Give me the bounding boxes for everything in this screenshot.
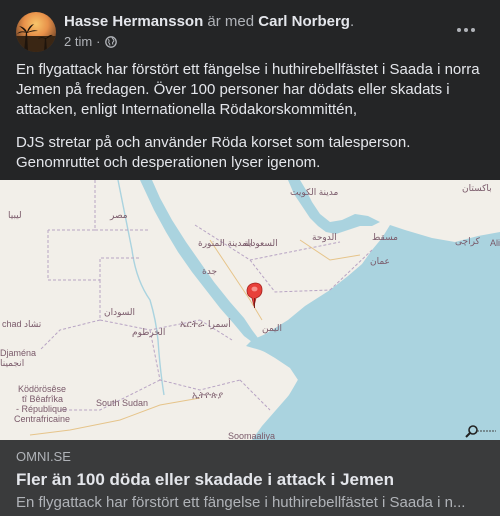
link-preview[interactable]: OMNI.SE Fler än 100 döda eller skadade i… bbox=[0, 440, 500, 516]
globe-icon[interactable] bbox=[104, 36, 117, 48]
post-header: Hasse Hermansson är med Carl Norberg. 2 … bbox=[16, 12, 484, 52]
map-label-saudi: السعودية bbox=[244, 238, 278, 248]
map-label-yemen: اليمن bbox=[262, 323, 283, 333]
author-name[interactable]: Hasse Hermansson bbox=[64, 13, 203, 30]
header-text: Hasse Hermansson är med Carl Norberg. 2 … bbox=[64, 12, 354, 50]
tagged-name[interactable]: Carl Norberg bbox=[258, 13, 350, 30]
more-dot bbox=[464, 28, 468, 32]
post-paragraph: En flygattack har förstört ett fängelse … bbox=[16, 61, 480, 118]
map-label-kuwait: مدينة الكويت bbox=[290, 187, 339, 197]
map-label-ethiopia: ኢትዮጵያ bbox=[192, 390, 224, 400]
map-label-muscat: مسقط bbox=[372, 232, 398, 242]
map-label-khartoum: الخرطوم bbox=[132, 327, 166, 337]
map-label-south-sudan: South Sudan bbox=[96, 398, 149, 408]
map-label-car-3: - République bbox=[16, 404, 68, 414]
avatar[interactable] bbox=[16, 12, 56, 52]
post-text: En flygattack har förstört ett fängelse … bbox=[16, 60, 484, 173]
post-paragraph: DJS stretar på och använder Röda korset … bbox=[16, 134, 411, 171]
meta-separator: · bbox=[96, 34, 101, 49]
more-dot bbox=[471, 28, 475, 32]
map-label-doha: الدوحة bbox=[312, 232, 337, 242]
map-label-asmara: أسمرا bbox=[208, 319, 231, 329]
map-label-egypt: مصر bbox=[110, 210, 128, 220]
more-options-button[interactable] bbox=[452, 20, 480, 40]
with-text: är med bbox=[207, 13, 255, 30]
map-label-chad: chad تشاد bbox=[2, 319, 42, 329]
map-label-pakistan: باكستان bbox=[462, 183, 492, 193]
map-label-ali: Ali bbox=[490, 238, 500, 248]
map-label-ndjamena: Djaména bbox=[0, 348, 37, 358]
facebook-post: Hasse Hermansson är med Carl Norberg. 2 … bbox=[0, 0, 500, 516]
post-time[interactable]: 2 tim bbox=[64, 34, 92, 50]
more-horizontal-icon bbox=[457, 28, 461, 32]
map-label-ndjamena-ar: انجمينا bbox=[0, 358, 25, 368]
map-label-oman: عمان bbox=[370, 256, 390, 266]
link-description: En flygattack har förstört ett fängelse … bbox=[16, 494, 466, 511]
zoom-magnifier-icon[interactable] bbox=[464, 424, 498, 438]
link-title[interactable]: Fler än 100 döda eller skadade i attack … bbox=[16, 469, 484, 491]
link-domain: OMNI.SE bbox=[16, 449, 71, 464]
map-label-jeddah: جدة bbox=[202, 266, 218, 276]
header-line: Hasse Hermansson är med Carl Norberg. bbox=[64, 12, 354, 32]
link-preview-map[interactable]: باكستان مدينة الكويت ليبيا مصر المدينة ا… bbox=[0, 180, 500, 440]
tagged-suffix: . bbox=[349, 13, 355, 30]
map-label-libya: ليبيا bbox=[8, 210, 22, 220]
map-label-car-1: Ködörösêse bbox=[18, 384, 67, 394]
map-label-somalia: Soomaaliya bbox=[228, 431, 276, 440]
map-label-eritrea: ኤርትራ bbox=[180, 319, 205, 329]
map-label-sudan: السودان bbox=[104, 307, 136, 317]
map-label-car-4: Centrafricaine bbox=[14, 414, 71, 424]
map-label-car-2: tî Bêafrîka bbox=[22, 394, 64, 404]
map-label-karachi: کراچی bbox=[455, 236, 480, 246]
post-meta: 2 tim · bbox=[64, 34, 354, 50]
map-graphic bbox=[0, 180, 500, 440]
